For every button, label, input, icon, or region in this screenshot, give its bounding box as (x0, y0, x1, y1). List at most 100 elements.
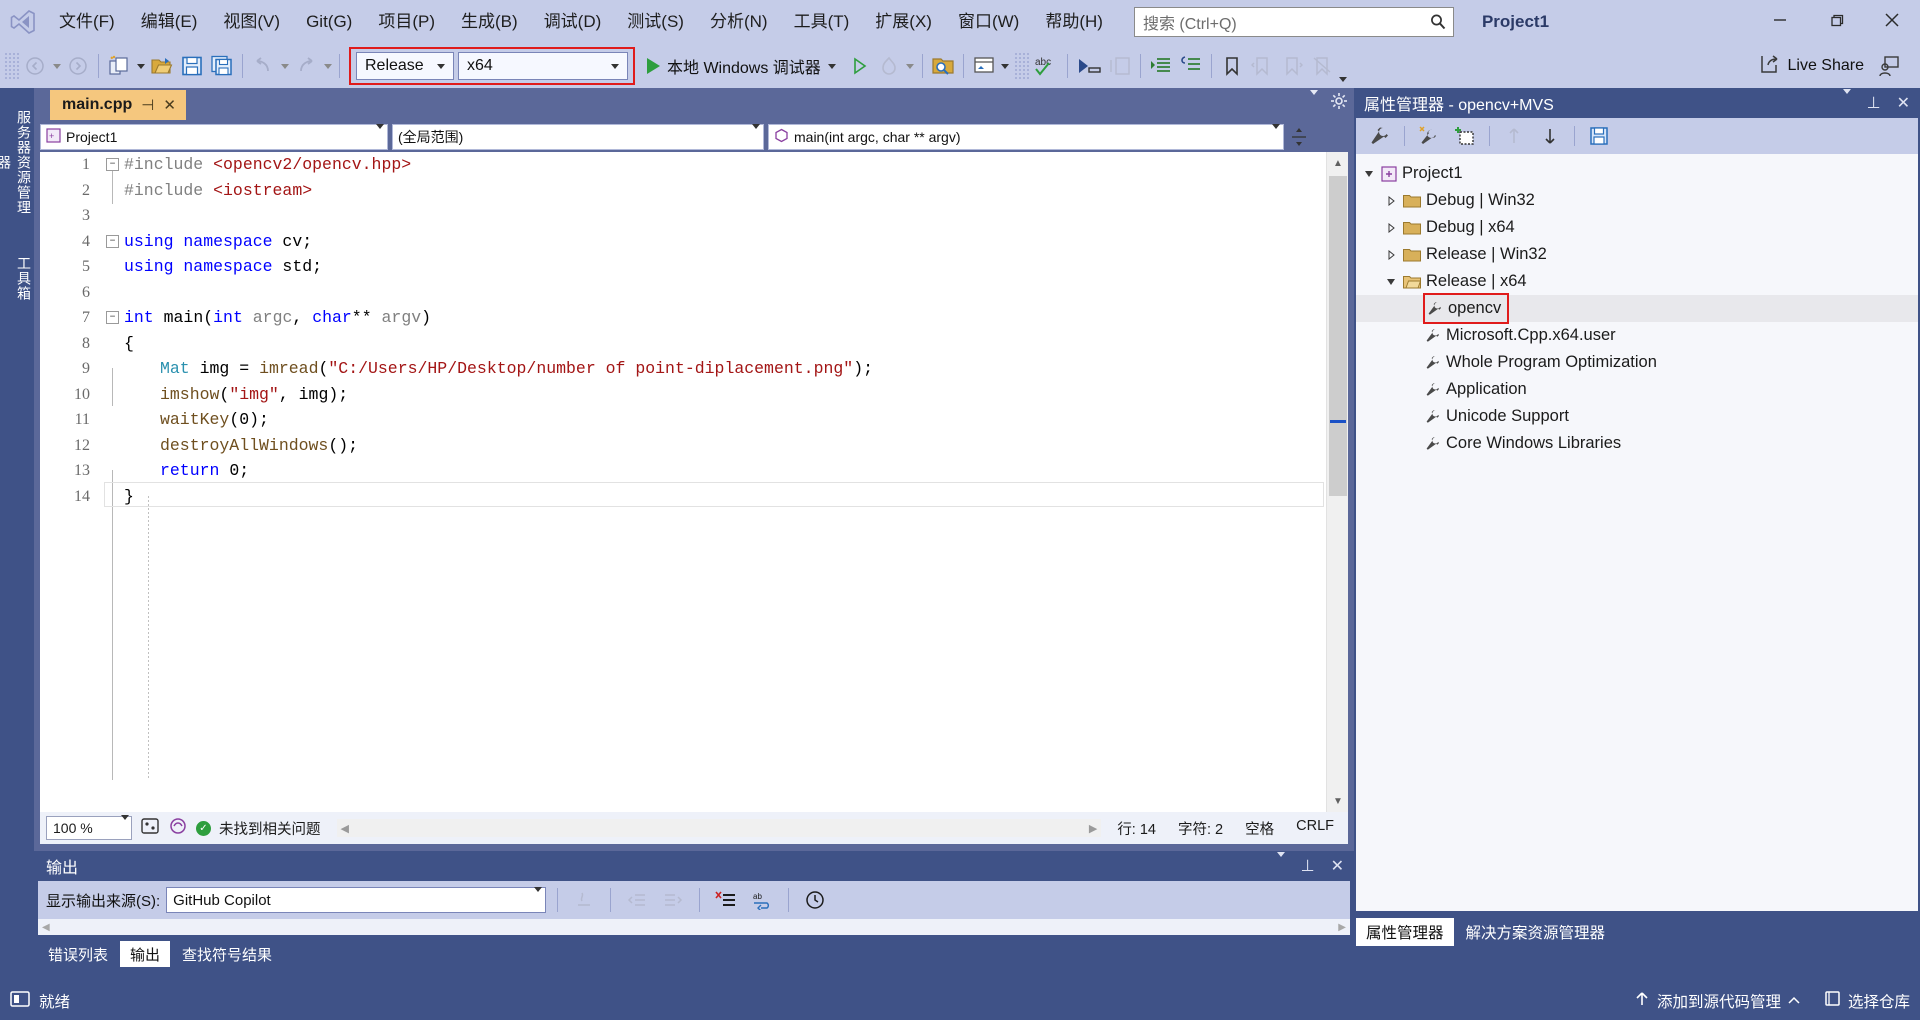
navbar-project-combo[interactable]: + Project1 (40, 124, 388, 150)
scroll-right-icon[interactable]: ▶ (1338, 922, 1346, 933)
clear-all-icon[interactable] (711, 886, 741, 914)
start-without-debugging-icon[interactable] (844, 49, 874, 83)
add-to-source-control-button[interactable]: 添加到源代码管理 (1634, 990, 1800, 1012)
scroll-up-icon[interactable]: ▲ (1327, 152, 1348, 174)
property-tree-node[interactable]: Core Windows Libraries (1356, 430, 1918, 457)
redo-dropdown-icon[interactable] (321, 63, 334, 69)
feedback-account-icon[interactable] (1874, 49, 1904, 83)
comment-selection-icon[interactable] (1105, 49, 1135, 83)
navbar-member-combo[interactable]: main(int argc, char ** argv) (768, 124, 1284, 150)
undo-dropdown-icon[interactable] (278, 63, 291, 69)
solution-explorer-icon[interactable] (969, 49, 999, 83)
editor-vertical-scrollbar[interactable]: ▲ ▼ (1326, 152, 1348, 812)
chevron-down-icon[interactable] (1276, 852, 1285, 875)
bottom-tab-inactive[interactable]: 错误列表 (38, 941, 118, 967)
menu-edit[interactable]: 编辑(E) (128, 0, 211, 44)
solution-explorer-dropdown-icon[interactable] (999, 63, 1012, 69)
zoom-level-combo[interactable]: 100 % (46, 815, 132, 840)
search-input[interactable]: 搜索 (Ctrl+Q) (1133, 7, 1454, 37)
new-item-icon[interactable] (104, 49, 134, 83)
close-button[interactable] (1864, 0, 1920, 40)
right-panel-tab-inactive[interactable]: 解决方案资源管理器 (1456, 918, 1616, 946)
save-all-icon[interactable] (207, 49, 237, 83)
spell-check-icon[interactable]: abc (1030, 49, 1062, 83)
navigate-back-dropdown-icon[interactable] (50, 63, 63, 69)
close-icon[interactable]: ✕ (1331, 856, 1344, 876)
editor-horizontal-scrollbar[interactable]: ◀ ▶ (336, 819, 1102, 837)
menu-window[interactable]: 窗口(W) (945, 0, 1032, 44)
start-debugging-button[interactable]: 本地 Windows 调试器 (639, 49, 844, 83)
scroll-left-icon[interactable]: ◀ (341, 822, 349, 835)
maximize-restore-button[interactable] (1808, 0, 1864, 40)
intellicode-icon[interactable] (168, 816, 188, 840)
property-tree-node[interactable]: Release | Win32 (1356, 241, 1918, 268)
output-source-combo[interactable]: GitHub Copilot (166, 886, 547, 913)
menu-file[interactable]: 文件(F) (46, 0, 128, 44)
document-tab-main-cpp[interactable]: main.cpp ⊣ ✕ (50, 90, 186, 120)
move-down-icon[interactable] (1534, 122, 1566, 150)
menu-extensions[interactable]: 扩展(X) (862, 0, 945, 44)
menu-help[interactable]: 帮助(H) (1032, 0, 1116, 44)
bookmark-icon[interactable] (1217, 49, 1247, 83)
next-bookmark-icon[interactable] (1277, 49, 1307, 83)
show-timestamps-icon[interactable] (800, 886, 830, 914)
property-tree-node[interactable]: Debug | Win32 (1356, 187, 1918, 214)
redo-icon[interactable] (291, 49, 321, 83)
search-in-files-icon[interactable] (928, 49, 958, 83)
solution-configuration-combo[interactable]: Release (356, 52, 454, 80)
chevron-down-icon[interactable] (827, 63, 836, 69)
menu-debug[interactable]: 调试(D) (531, 0, 615, 44)
menu-git[interactable]: Git(G) (293, 0, 365, 44)
menu-tools[interactable]: 工具(T) (781, 0, 863, 44)
menu-project[interactable]: 项目(P) (365, 0, 448, 44)
chevron-expanded-icon[interactable] (1362, 169, 1376, 179)
property-tree-node[interactable]: Project1 (1356, 160, 1918, 187)
bottom-tab-active[interactable]: 输出 (120, 941, 171, 967)
navbar-scope-combo[interactable]: (全局范围) (392, 124, 764, 150)
bottom-tab-inactive[interactable]: 查找符号结果 (172, 941, 282, 967)
sidebar-item-server-explorer[interactable]: 服务器资源管理器 (0, 98, 34, 226)
fold-collapse-icon[interactable]: – (106, 158, 119, 171)
select-repository-button[interactable]: 选择仓库 (1824, 990, 1910, 1012)
indentation-indicator[interactable]: 空格 (1245, 818, 1274, 839)
line-ending-indicator[interactable]: CRLF (1296, 818, 1334, 839)
menu-build[interactable]: 生成(B) (448, 0, 531, 44)
menu-view[interactable]: 视图(V) (210, 0, 293, 44)
uncomment-icon[interactable] (1176, 49, 1206, 83)
output-horizontal-scrollbar[interactable]: ◀ ▶ (38, 919, 1350, 935)
go-to-previous-message-icon[interactable] (622, 886, 652, 914)
navigate-back-icon[interactable] (20, 49, 50, 83)
chevron-expanded-icon[interactable] (1384, 277, 1398, 287)
chevron-down-icon[interactable] (1842, 89, 1851, 112)
pin-icon[interactable]: ⊣ (141, 96, 154, 114)
clear-bookmarks-icon[interactable] (1307, 49, 1337, 83)
sidebar-item-toolbox[interactable]: 工具箱 (0, 240, 34, 316)
property-tree-node[interactable]: Release | x64 (1356, 268, 1918, 295)
property-tree-node[interactable]: Debug | x64 (1356, 214, 1918, 241)
navigate-forward-icon[interactable] (63, 49, 93, 83)
minimize-button[interactable] (1752, 0, 1808, 40)
step-into-icon[interactable] (1073, 49, 1105, 83)
close-icon[interactable]: ✕ (1897, 93, 1910, 113)
property-tree-node[interactable]: opencv (1356, 293, 1918, 324)
new-item-dropdown-icon[interactable] (134, 63, 147, 69)
toggle-word-wrap-icon[interactable]: ab (747, 886, 777, 914)
previous-bookmark-icon[interactable] (1247, 49, 1277, 83)
hot-reload-icon[interactable] (874, 49, 904, 83)
split-editor-icon[interactable] (1288, 124, 1310, 150)
code-editor[interactable]: 1 #include <opencv2/opencv.hpp> –2 #include… (40, 152, 1348, 812)
fold-collapse-icon[interactable]: – (106, 311, 119, 324)
fold-collapse-icon[interactable]: – (106, 234, 119, 248)
move-up-icon[interactable] (1498, 122, 1530, 150)
undo-icon[interactable] (248, 49, 278, 83)
properties-icon[interactable] (1364, 122, 1396, 150)
solution-platform-combo[interactable]: x64 (458, 52, 628, 80)
add-new-project-property-sheet-icon[interactable] (1449, 122, 1481, 150)
toolbar-grip[interactable] (1013, 52, 1030, 80)
property-manager-tree[interactable]: Project1 Debug | Win32 Debug | x64 Release … (1356, 154, 1918, 911)
scroll-right-icon[interactable]: ▶ (1089, 822, 1097, 835)
scroll-left-icon[interactable]: ◀ (42, 922, 50, 933)
add-property-sheet-icon[interactable] (1413, 122, 1445, 150)
chevron-collapsed-icon[interactable] (1384, 195, 1398, 206)
toolbar-grip[interactable] (4, 52, 20, 80)
